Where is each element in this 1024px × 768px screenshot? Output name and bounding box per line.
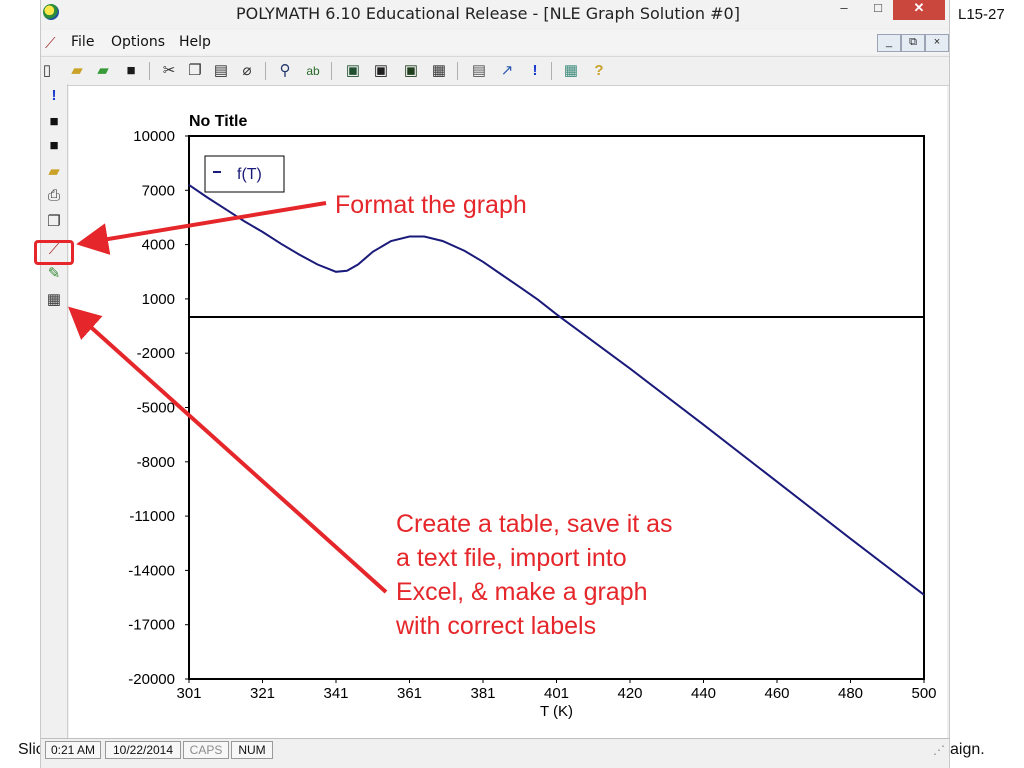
- x-tick-label: 301: [176, 685, 201, 702]
- save-as-icon[interactable]: ■: [44, 136, 64, 156]
- graph-icon[interactable]: ▣: [343, 61, 363, 81]
- open-folder-icon[interactable]: ▰: [44, 162, 64, 182]
- maximize-button[interactable]: □: [863, 0, 893, 20]
- save-icon[interactable]: ■: [44, 112, 64, 132]
- x-tick-label: 361: [397, 685, 422, 702]
- x-tick-label: 440: [691, 685, 716, 702]
- edit-icon[interactable]: ✎: [44, 264, 64, 284]
- toolbar-separator: [331, 62, 332, 80]
- plot-frame: [188, 135, 925, 680]
- print-icon[interactable]: ⎙: [44, 186, 64, 206]
- y-tick-label: -5000: [137, 400, 175, 417]
- x-axis-label: T (K): [540, 703, 573, 720]
- y-tick-label: -8000: [137, 454, 175, 471]
- mdi-close-button[interactable]: ×: [925, 34, 949, 52]
- table-icon[interactable]: ▦: [429, 61, 449, 81]
- toolbar-separator: [265, 62, 266, 80]
- copy-icon[interactable]: ❐: [44, 212, 64, 232]
- x-tick-label: 401: [544, 685, 569, 702]
- spreadsheet-icon[interactable]: ▦: [561, 61, 581, 81]
- child-window-icon[interactable]: ⟋: [45, 34, 56, 52]
- format-graph-icon[interactable]: ⟋: [44, 240, 64, 260]
- x-tick-label: 420: [617, 685, 642, 702]
- find-icon[interactable]: ⚲: [275, 61, 295, 81]
- menu-bar: ⟋ File Options Help _ ⧉ ×: [41, 30, 949, 54]
- y-tick-label: 10000: [133, 128, 175, 145]
- calculator-icon[interactable]: ▤: [469, 61, 489, 81]
- resize-grip-icon[interactable]: ⋰: [933, 743, 945, 757]
- close-button[interactable]: ✕: [893, 0, 945, 20]
- menu-help[interactable]: Help: [179, 34, 211, 50]
- exclamation-icon[interactable]: !: [44, 86, 64, 106]
- status-num: NUM: [231, 741, 273, 759]
- x-tick-label: 480: [838, 685, 863, 702]
- y-tick-label: 4000: [142, 237, 175, 254]
- slide-footer-right: aign.: [950, 741, 985, 758]
- save-icon[interactable]: ■: [121, 61, 141, 81]
- help-icon[interactable]: ?: [589, 61, 609, 81]
- slide-number: L15-27: [958, 6, 1005, 23]
- y-tick-label: 1000: [142, 291, 175, 308]
- toolbar-separator: [551, 62, 552, 80]
- mdi-restore-button[interactable]: ⧉: [901, 34, 925, 52]
- x-tick-label: 500: [911, 685, 936, 702]
- y-tick-label: -2000: [137, 345, 175, 362]
- x-tick-label: 321: [250, 685, 275, 702]
- status-date: 10/22/2014: [105, 741, 181, 759]
- wand-icon[interactable]: ↗: [497, 61, 517, 81]
- side-toolbar: ! ■ ■ ▰ ⎙ ❐ ⟋ ✎ ▦: [41, 84, 68, 740]
- mdi-minimize-button[interactable]: _: [877, 34, 901, 52]
- x-tick-label: 381: [470, 685, 495, 702]
- exclamation-icon[interactable]: !: [525, 61, 545, 81]
- status-time: 0:21 AM: [45, 741, 101, 759]
- polymath-window: POLYMATH 6.10 Educational Release - [NLE…: [40, 0, 950, 768]
- menu-file[interactable]: File: [71, 34, 94, 50]
- app-logo-icon: [43, 4, 59, 20]
- new-file-icon[interactable]: ▯: [37, 61, 57, 81]
- function-icon[interactable]: ▣: [371, 61, 391, 81]
- cut-icon[interactable]: ✂: [159, 61, 179, 81]
- minimize-button[interactable]: –: [829, 0, 859, 20]
- line-chart: No Title 10000 7000 4000 1000 -2000 -5000 -8000…: [128, 113, 936, 720]
- window-title: POLYMATH 6.10 Educational Release - [NLE…: [236, 4, 740, 23]
- copy-icon[interactable]: ❐: [185, 61, 205, 81]
- table-icon[interactable]: ▦: [44, 290, 64, 310]
- y-tick-label: 7000: [142, 182, 175, 199]
- open-folder-alt-icon[interactable]: ▰: [93, 61, 113, 81]
- replace-icon[interactable]: ab: [303, 61, 323, 81]
- graph-canvas: No Title 10000 7000 4000 1000 -2000 -5000 -8000…: [69, 86, 947, 738]
- y-tick-label: -14000: [128, 562, 175, 579]
- menu-options[interactable]: Options: [111, 34, 165, 50]
- chart-title: No Title: [189, 113, 247, 130]
- toolbar-separator: [149, 62, 150, 80]
- x-tick-label: 341: [323, 685, 348, 702]
- title-bar: POLYMATH 6.10 Educational Release - [NLE…: [41, 0, 949, 28]
- legend-label: f(T): [237, 166, 262, 183]
- status-bar: 0:21 AM 10/22/2014 CAPS NUM ⋰: [41, 738, 949, 761]
- open-folder-icon[interactable]: ▰: [67, 61, 87, 81]
- y-tick-label: -11000: [129, 508, 175, 525]
- derivative-icon[interactable]: ▣: [401, 61, 421, 81]
- toolbar: ▯ ▰ ▰ ■ ✂ ❐ ▤ ⌀ ⚲ ab ▣ ▣ ▣ ▦ ▤ ↗ ! ▦ ?: [41, 56, 949, 86]
- toolbar-separator: [457, 62, 458, 80]
- status-caps: CAPS: [183, 741, 229, 759]
- y-tick-label: -20000: [128, 671, 175, 688]
- paste-icon[interactable]: ▤: [211, 61, 231, 81]
- series-line-f-t: [188, 184, 925, 596]
- eraser-icon[interactable]: ⌀: [237, 61, 257, 81]
- x-tick-label: 460: [764, 685, 789, 702]
- y-tick-label: -17000: [128, 617, 175, 634]
